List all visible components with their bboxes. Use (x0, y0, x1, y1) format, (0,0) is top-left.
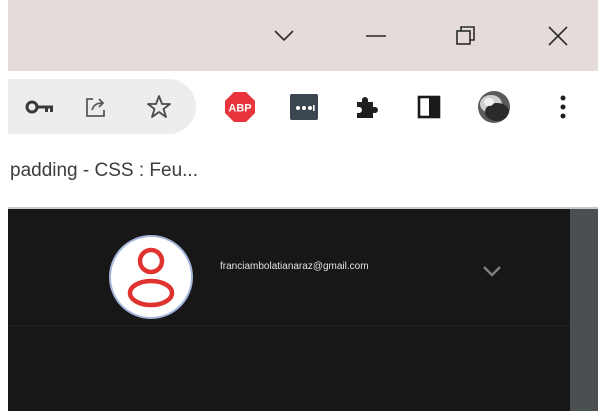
account-avatar (109, 235, 193, 319)
close-icon (548, 25, 568, 46)
chevron-down-icon (274, 29, 294, 41)
user-icon (127, 247, 175, 308)
star-icon[interactable] (141, 89, 177, 125)
minimize-icon (366, 34, 386, 37)
adblock-plus-icon[interactable]: ABP (222, 89, 258, 125)
profile-avatar[interactable] (476, 89, 512, 125)
kebab-menu-icon[interactable] (545, 89, 581, 125)
account-email: franciambolatianaraz@gmail.com (220, 261, 369, 272)
key-icon[interactable] (22, 89, 58, 125)
close-button[interactable] (528, 0, 588, 71)
page-content: franciambolatianaraz@gmail.com (8, 209, 570, 411)
extensions-puzzle-icon[interactable] (348, 89, 384, 125)
password-manager-icon[interactable] (286, 89, 322, 125)
title-bar (8, 0, 598, 71)
scrollbar[interactable] (570, 209, 598, 411)
restore-icon (456, 25, 475, 45)
account-row[interactable]: franciambolatianaraz@gmail.com (8, 209, 570, 326)
restore-button[interactable] (436, 0, 496, 71)
tab-search-button[interactable] (254, 0, 314, 71)
adblock-plus-label: ABP (228, 103, 251, 115)
bookmarks-bar: padding - CSS : Feu... (8, 146, 598, 202)
side-panel-icon[interactable] (411, 89, 447, 125)
browser-toolbar: ABP (8, 71, 598, 146)
account-expand-button[interactable] (480, 261, 504, 281)
minimize-button[interactable] (346, 0, 406, 71)
bookmark-item[interactable]: padding - CSS : Feu... (10, 160, 198, 182)
share-icon[interactable] (78, 89, 114, 125)
chevron-down-icon (483, 266, 501, 277)
